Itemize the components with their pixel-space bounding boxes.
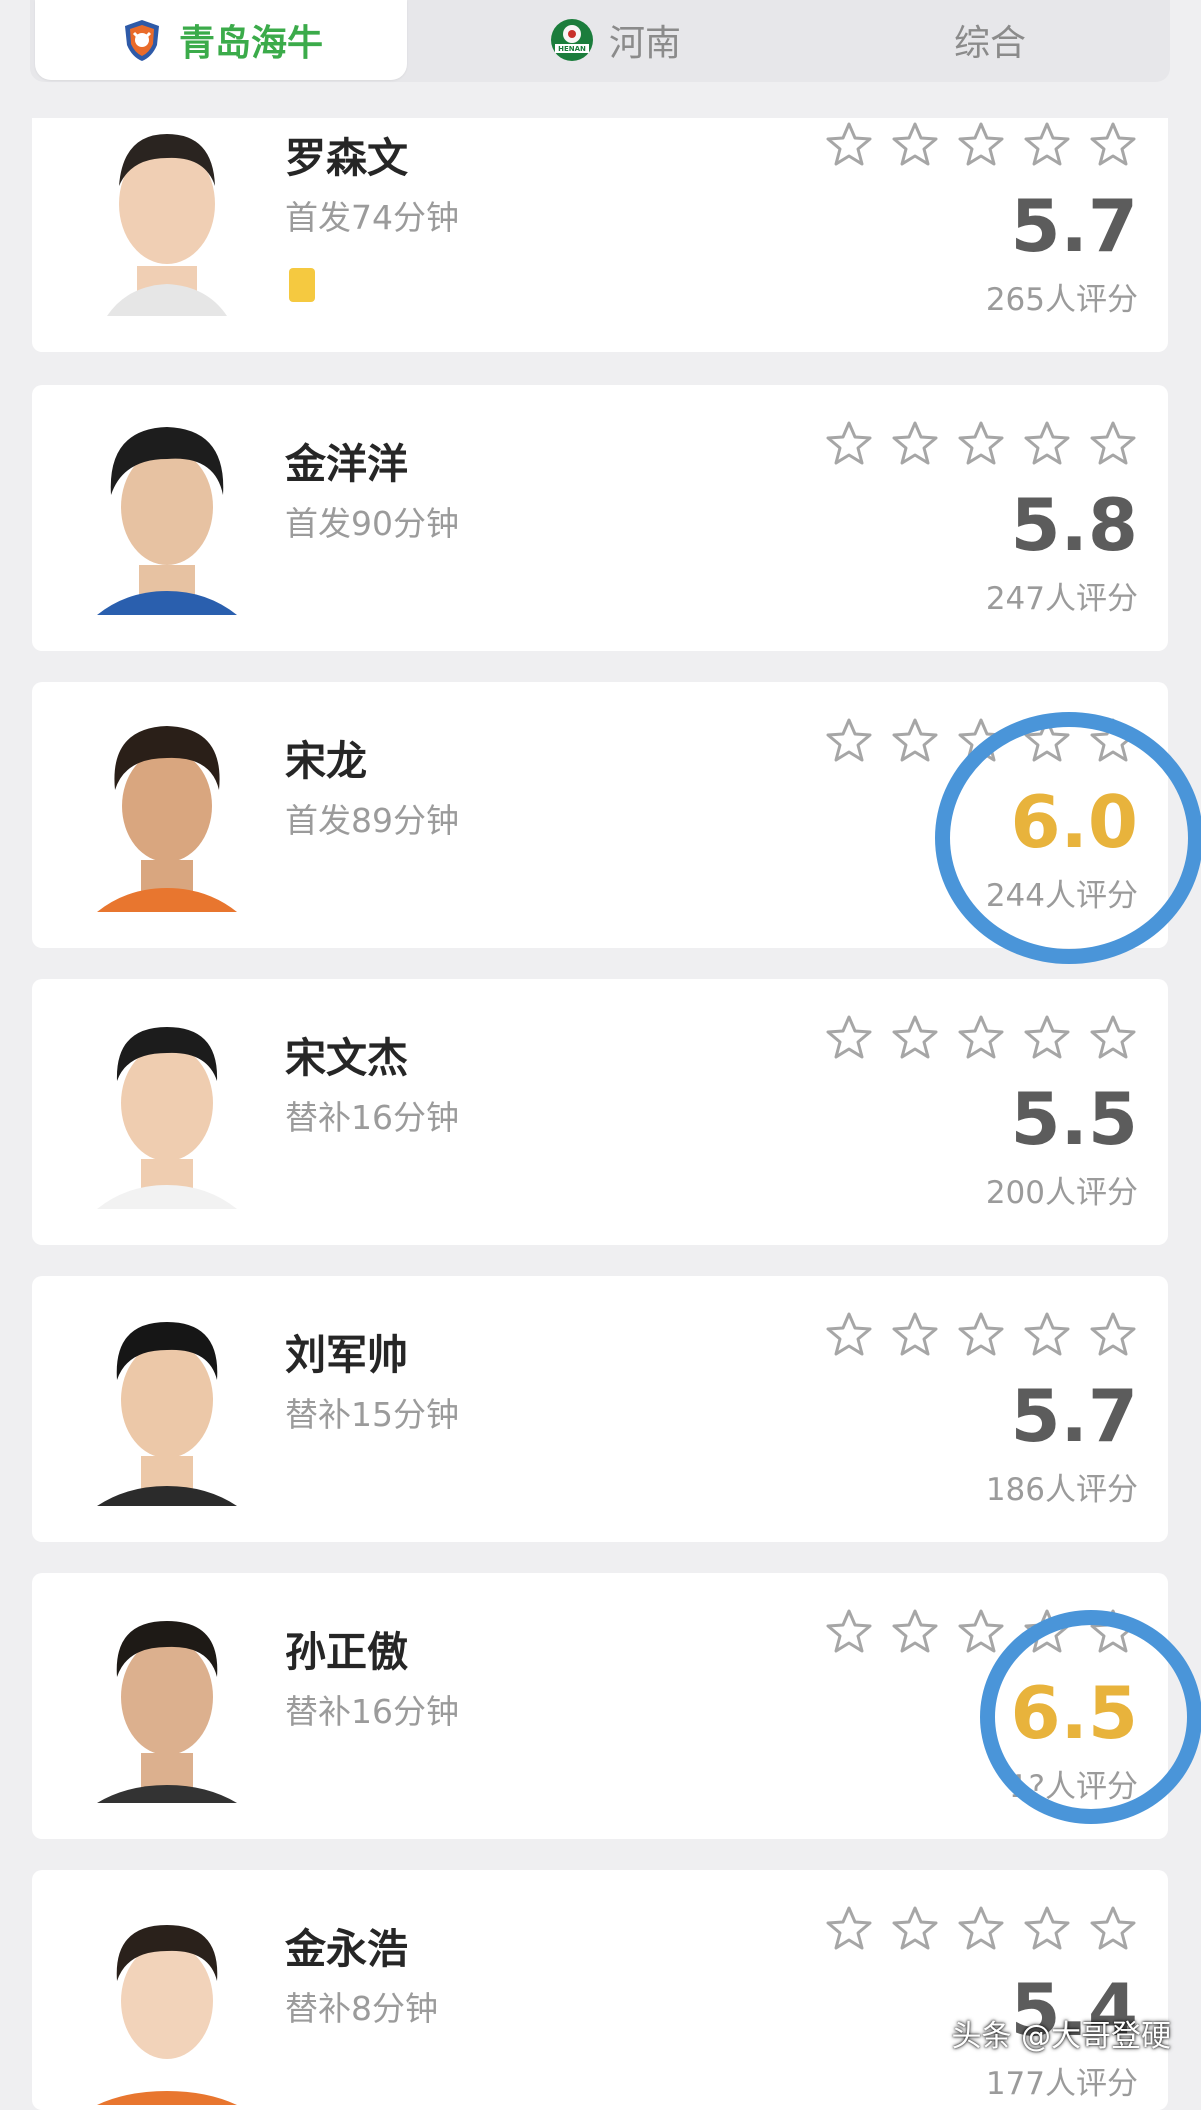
player-score: 5.5 [1010,1077,1138,1161]
player-card[interactable]: 金永浩 替补8分钟 5.4 177人评分 [32,1870,1168,2110]
star-icon[interactable] [956,1607,1006,1657]
star-icon[interactable] [890,1310,940,1360]
rating-count: 247人评分 [985,581,1138,617]
player-card[interactable]: 金洋洋 首发90分钟 5.8 247人评分 [32,385,1168,651]
player-name: 刘军帅 [285,1331,408,1379]
rating-stars[interactable] [824,1607,1138,1657]
player-avatar [97,1322,237,1506]
tab-label: 河南 [608,23,681,64]
player-score: 6.0 [1010,780,1138,864]
star-icon[interactable] [1088,1607,1138,1657]
star-icon[interactable] [1022,1607,1072,1657]
player-score: 6.5 [1010,1671,1138,1755]
player-avatar [97,1027,237,1209]
star-icon[interactable] [1022,1904,1072,1954]
tab-henan[interactable]: HENAN 河南 [430,0,800,80]
star-icon[interactable] [1088,1013,1138,1063]
henan-badge-icon: HENAN [550,19,593,61]
star-icon[interactable] [890,1607,940,1657]
player-name: 宋文杰 [285,1034,408,1082]
player-minutes: 替补16分钟 [285,1692,459,1731]
rating-stars[interactable] [824,716,1138,766]
team-tabs: 青岛海牛 HENAN 河南 综合 [30,0,1170,82]
star-icon[interactable] [1022,1310,1072,1360]
player-minutes: 替补16分钟 [285,1098,459,1137]
rating-stars[interactable] [824,1013,1138,1063]
player-minutes: 首发90分钟 [285,504,459,543]
player-minutes: 首发89分钟 [285,801,459,840]
star-icon[interactable] [1022,419,1072,469]
star-icon[interactable] [956,1013,1006,1063]
star-icon[interactable] [1088,1310,1138,1360]
player-card[interactable]: 宋文杰 替补16分钟 5.5 200人评分 [32,979,1168,1245]
player-score: 5.7 [1010,1374,1138,1458]
tab-label: 综合 [953,23,1026,64]
rating-count: 244人评分 [985,878,1138,914]
player-name: 金洋洋 [285,440,408,488]
team-tab-bar: 青岛海牛 HENAN 河南 综合 [0,0,1201,118]
rating-stars[interactable] [824,1310,1138,1360]
star-icon[interactable] [824,1310,874,1360]
player-card[interactable]: 罗森文 首发74分钟 5.7 265人评分 [32,86,1168,352]
rating-count: 186人评分 [985,1472,1138,1508]
rating-count: 200人评分 [985,1175,1138,1211]
player-avatar [107,134,227,316]
player-minutes: 替补15分钟 [285,1395,459,1434]
player-name: 金永浩 [285,1925,408,1973]
player-name: 宋龙 [285,737,367,785]
rating-stars[interactable] [824,419,1138,469]
tab-qingdao-hainiu[interactable]: 青岛海牛 [35,0,407,80]
star-icon[interactable] [824,1904,874,1954]
yellow-card-icon [289,268,315,302]
star-icon[interactable] [956,419,1006,469]
player-minutes: 替补8分钟 [285,1989,438,2028]
star-icon[interactable] [824,120,874,170]
rating-stars[interactable] [824,1904,1138,1954]
player-name: 孙正傲 [285,1628,408,1676]
star-icon[interactable] [890,419,940,469]
star-icon[interactable] [1022,716,1072,766]
star-icon[interactable] [956,1310,1006,1360]
rating-count: 177人评分 [985,2066,1138,2102]
rating-count: 1?人评分 [1008,1769,1138,1805]
star-icon[interactable] [956,1904,1006,1954]
player-avatar [97,1925,237,2105]
tab-label: 青岛海牛 [178,23,323,64]
player-card[interactable]: 刘军帅 替补15分钟 5.7 186人评分 [32,1276,1168,1542]
player-score: 5.7 [1010,184,1138,268]
star-icon[interactable] [956,716,1006,766]
star-icon[interactable] [1022,120,1072,170]
player-avatar [97,427,237,615]
star-icon[interactable] [956,120,1006,170]
star-icon[interactable] [1088,419,1138,469]
player-score: 5.8 [1010,483,1138,567]
player-card[interactable]: 孙正傲 替补16分钟 6.5 1?人评分 [32,1573,1168,1839]
player-minutes: 首发74分钟 [285,198,459,237]
star-icon[interactable] [1088,1904,1138,1954]
star-icon[interactable] [1088,716,1138,766]
rating-stars[interactable] [824,120,1138,170]
star-icon[interactable] [824,1607,874,1657]
star-icon[interactable] [890,1013,940,1063]
star-icon[interactable] [890,1904,940,1954]
tab-overall[interactable]: 综合 [820,0,1160,80]
star-icon[interactable] [890,716,940,766]
star-icon[interactable] [824,716,874,766]
star-icon[interactable] [1088,120,1138,170]
henan-badge-text: HENAN [558,45,586,53]
star-icon[interactable] [890,120,940,170]
player-avatar [97,726,237,912]
star-icon[interactable] [824,1013,874,1063]
player-card[interactable]: 宋龙 首发89分钟 6.0 244人评分 [32,682,1168,948]
rating-count: 265人评分 [985,282,1138,318]
player-name: 罗森文 [285,134,408,182]
qingdao-hainiu-badge-icon [124,20,159,61]
watermark-text: 头条 @大哥登硬 [951,2019,1171,2054]
star-icon[interactable] [1022,1013,1072,1063]
star-icon[interactable] [824,419,874,469]
player-avatar [97,1621,237,1803]
